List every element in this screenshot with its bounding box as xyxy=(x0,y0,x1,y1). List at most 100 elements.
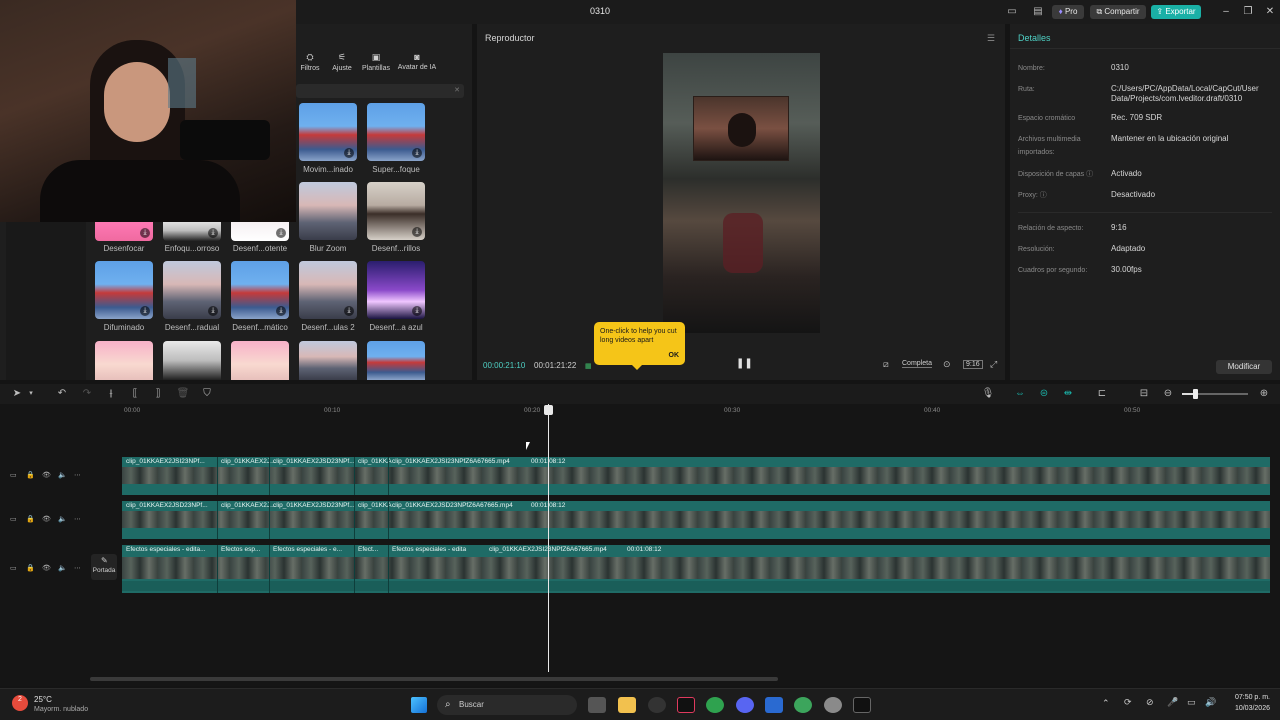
split-icon[interactable]: ⫲ xyxy=(104,388,118,400)
shield-icon[interactable]: ⛉ xyxy=(200,388,214,400)
weather-icon[interactable]: 2 xyxy=(12,695,28,711)
clip-label[interactable]: clip_01KKAEX2JSD23NPfZ6A67665.mp4 xyxy=(392,502,513,509)
effect-thumbnail[interactable]: ⤓ xyxy=(367,182,425,240)
video-preview[interactable] xyxy=(663,53,820,333)
playhead-handle[interactable] xyxy=(544,405,553,415)
effect-thumbnail[interactable]: ⤓ xyxy=(231,261,289,319)
notifications-off-icon[interactable]: ⊘ xyxy=(1146,697,1154,708)
chevron-down-icon[interactable]: ▾ xyxy=(24,388,38,400)
download-icon[interactable]: ⤓ xyxy=(208,228,218,238)
effect-thumbnail[interactable] xyxy=(299,182,357,240)
effect-thumbnail[interactable]: ⤓ xyxy=(95,261,153,319)
clip-label[interactable]: Efect... xyxy=(358,546,378,553)
split-right-icon[interactable]: ⟧ xyxy=(151,388,165,400)
more-icon[interactable]: ⋯ xyxy=(74,515,81,523)
effect-thumbnail[interactable]: ⤓ xyxy=(95,220,153,241)
mic-icon[interactable]: 🎤 xyxy=(1167,697,1178,708)
zoom-slider-handle[interactable] xyxy=(1193,389,1198,399)
fullscreen-icon[interactable]: ⤢ xyxy=(990,359,997,370)
lock-icon[interactable]: 🔒 xyxy=(26,471,35,479)
clip-label[interactable]: clip_01KKAEX2JSI23NPfZ6A67665.mp4 xyxy=(392,458,510,465)
network-icon[interactable]: ▭ xyxy=(1187,697,1196,708)
lock-icon[interactable]: 🔒 xyxy=(26,515,35,523)
timeline[interactable]: 00:00 00:10 00:20 00:30 00:40 00:50 ▭ 🔒 … xyxy=(0,404,1280,686)
download-icon[interactable]: ⤓ xyxy=(276,306,286,316)
info-icon[interactable]: ⓘ xyxy=(1040,192,1047,199)
snap-icon[interactable]: ⇹ xyxy=(1061,388,1075,400)
obs-icon[interactable] xyxy=(648,697,666,713)
select-cursor-icon[interactable]: ➤ xyxy=(10,388,24,400)
export-button[interactable]: ⇪ Exportar xyxy=(1151,5,1201,19)
effect-thumbnail[interactable] xyxy=(163,341,221,380)
preview-axis-icon[interactable]: ⊏ xyxy=(1095,388,1109,400)
clip-label[interactable]: clip_01KKAEX2JSD23NPf... xyxy=(126,502,208,509)
search-input[interactable]: ✕ xyxy=(296,84,464,98)
caption-icon[interactable]: ⊟ xyxy=(1137,388,1151,400)
download-icon[interactable]: ⤓ xyxy=(412,306,422,316)
magnet-icon[interactable]: ⊜ xyxy=(1037,388,1051,400)
close-button[interactable]: ✕ xyxy=(1260,4,1280,20)
redo-icon[interactable]: ↷ xyxy=(80,388,94,400)
menu-icon[interactable]: ☰ xyxy=(987,33,995,44)
grid-icon[interactable]: ▦ xyxy=(585,362,599,370)
capcut-icon[interactable] xyxy=(853,697,871,713)
timeline-scrollbar[interactable] xyxy=(90,677,778,681)
clip-label[interactable]: clip_01KKAEX2J... xyxy=(221,458,276,465)
store-icon[interactable] xyxy=(765,697,783,713)
clip-label[interactable]: clip_01KKA xyxy=(358,502,392,509)
eye-icon[interactable]: 👁 xyxy=(42,471,51,479)
effect-thumbnail[interactable]: ⤓ xyxy=(163,261,221,319)
clock-date[interactable]: 10/03/2026 xyxy=(1224,705,1270,712)
microphone-icon[interactable]: 🎙 xyxy=(981,388,995,400)
clip-label[interactable]: clip_01KKAEX2J... xyxy=(221,502,276,509)
speaker-icon[interactable]: 🔈 xyxy=(58,564,67,572)
zoom-out-icon[interactable]: ⊖ xyxy=(1161,388,1175,400)
eye-icon[interactable]: 👁 xyxy=(42,515,51,523)
chrome-profile-icon[interactable] xyxy=(794,697,812,713)
windows-start-icon[interactable] xyxy=(411,697,427,713)
minimize-button[interactable]: – xyxy=(1216,4,1236,20)
download-icon[interactable]: ⤓ xyxy=(140,228,150,238)
time-ruler[interactable]: 00:00 00:10 00:20 00:30 00:40 00:50 xyxy=(0,404,1280,418)
effect-thumbnail[interactable]: ⤓ xyxy=(231,220,289,241)
settings-icon[interactable] xyxy=(824,697,842,713)
more-icon[interactable]: ⋯ xyxy=(74,564,81,572)
download-icon[interactable]: ⤓ xyxy=(412,227,422,237)
effect-thumbnail[interactable] xyxy=(95,341,153,380)
cover-button[interactable]: ✎ Portada xyxy=(91,554,117,580)
effect-thumbnail[interactable]: ⤓ xyxy=(299,103,357,161)
eye-icon[interactable]: 👁 xyxy=(42,564,51,572)
lock-icon[interactable]: 🔒 xyxy=(26,564,35,572)
clip-label[interactable]: clip_01KKA xyxy=(358,458,392,465)
delete-icon[interactable]: 🗑 xyxy=(176,388,190,400)
pause-button[interactable]: ❚❚ xyxy=(736,358,753,369)
shortcuts-icon[interactable]: ▤ xyxy=(1030,5,1046,19)
effect-thumbnail[interactable] xyxy=(367,341,425,380)
clock-time[interactable]: 07:50 p. m. xyxy=(1224,694,1270,701)
full-quality-button[interactable]: Completa xyxy=(902,360,932,368)
tab-templates[interactable]: ▣ Plantillas xyxy=(360,52,392,76)
download-icon[interactable]: ⤓ xyxy=(344,148,354,158)
share-button[interactable]: ⧉ Compartir xyxy=(1090,5,1146,19)
speaker-icon[interactable]: 🔈 xyxy=(58,515,67,523)
split-left-icon[interactable]: ⟦ xyxy=(128,388,142,400)
sync-icon[interactable]: ⟳ xyxy=(1124,697,1132,708)
download-icon[interactable]: ⤓ xyxy=(208,306,218,316)
clear-icon[interactable]: ✕ xyxy=(454,86,460,94)
aspect-ratio-button[interactable]: 9:16 xyxy=(963,360,983,369)
download-icon[interactable]: ⤓ xyxy=(344,306,354,316)
tooltip-ok-button[interactable]: OK xyxy=(669,351,680,360)
zoom-in-icon[interactable]: ⊕ xyxy=(1257,388,1271,400)
task-view-icon[interactable] xyxy=(588,697,606,713)
effect-thumbnail[interactable]: ⤓ xyxy=(163,220,221,241)
discord-icon[interactable] xyxy=(736,697,754,713)
taskbar-search[interactable]: ⌕ Buscar xyxy=(437,695,577,715)
effect-thumbnail[interactable] xyxy=(299,341,357,380)
chrome-icon[interactable] xyxy=(706,697,724,713)
clip-label[interactable]: Efectos especiales - edita xyxy=(392,546,466,553)
clip-label[interactable]: clip_01KKAEX2JSD23NPf... xyxy=(273,458,355,465)
snapshot-icon[interactable]: ⊙ xyxy=(943,359,951,370)
undo-icon[interactable]: ↶ xyxy=(55,388,69,400)
zoom-slider[interactable] xyxy=(1182,389,1248,399)
file-explorer-icon[interactable] xyxy=(618,697,636,713)
